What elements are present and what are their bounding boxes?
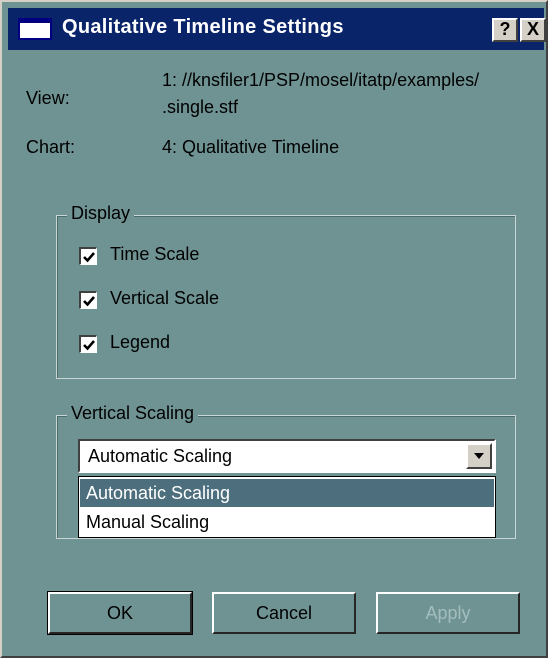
chart-label: Chart: bbox=[26, 137, 76, 157]
apply-button[interactable]: Apply bbox=[376, 592, 520, 634]
dialog-window: Qualitative Timeline Settings ? X View: … bbox=[0, 0, 548, 658]
title-bar[interactable]: Qualitative Timeline Settings ? X bbox=[8, 8, 546, 50]
checkmark-icon bbox=[83, 296, 95, 307]
legend-label: Legend bbox=[110, 332, 171, 352]
ok-button[interactable]: OK bbox=[47, 591, 193, 635]
scaling-combobox[interactable]: Automatic Scaling bbox=[78, 439, 496, 473]
view-label: View: bbox=[26, 88, 70, 108]
time-scale-label: Time Scale bbox=[110, 244, 200, 264]
scaling-dropdown-list: Automatic Scaling Manual Scaling bbox=[78, 476, 496, 538]
checkmark-icon bbox=[83, 340, 95, 351]
scaling-option-manual[interactable]: Manual Scaling bbox=[80, 508, 494, 536]
close-button[interactable]: X bbox=[520, 18, 546, 42]
dropdown-arrow-button[interactable] bbox=[466, 443, 492, 469]
vertical-scale-label: Vertical Scale bbox=[110, 288, 220, 308]
chart-value: 4: Qualitative Timeline bbox=[162, 137, 340, 157]
help-button[interactable]: ? bbox=[492, 18, 518, 42]
vertical-scale-checkbox[interactable] bbox=[79, 291, 97, 309]
time-scale-checkbox[interactable] bbox=[79, 247, 97, 265]
display-group-title: Display bbox=[67, 203, 135, 224]
legend-checkbox[interactable] bbox=[79, 335, 97, 353]
chevron-down-icon bbox=[474, 453, 484, 459]
display-groupbox: Display Time Scale Vertical Scale Legend bbox=[56, 203, 516, 379]
window-title: Qualitative Timeline Settings bbox=[62, 16, 344, 38]
view-value-line2: .single.stf bbox=[162, 97, 239, 117]
window-icon bbox=[18, 18, 52, 40]
scaling-combobox-value: Automatic Scaling bbox=[88, 446, 233, 466]
checkmark-icon bbox=[83, 252, 95, 263]
view-value-line1: 1: //knsfiler1/PSP/mosel/itatp/examples/ bbox=[162, 70, 480, 90]
vertical-scaling-group-title: Vertical Scaling bbox=[67, 403, 199, 424]
scaling-option-automatic[interactable]: Automatic Scaling bbox=[80, 479, 494, 507]
cancel-button[interactable]: Cancel bbox=[212, 592, 356, 634]
